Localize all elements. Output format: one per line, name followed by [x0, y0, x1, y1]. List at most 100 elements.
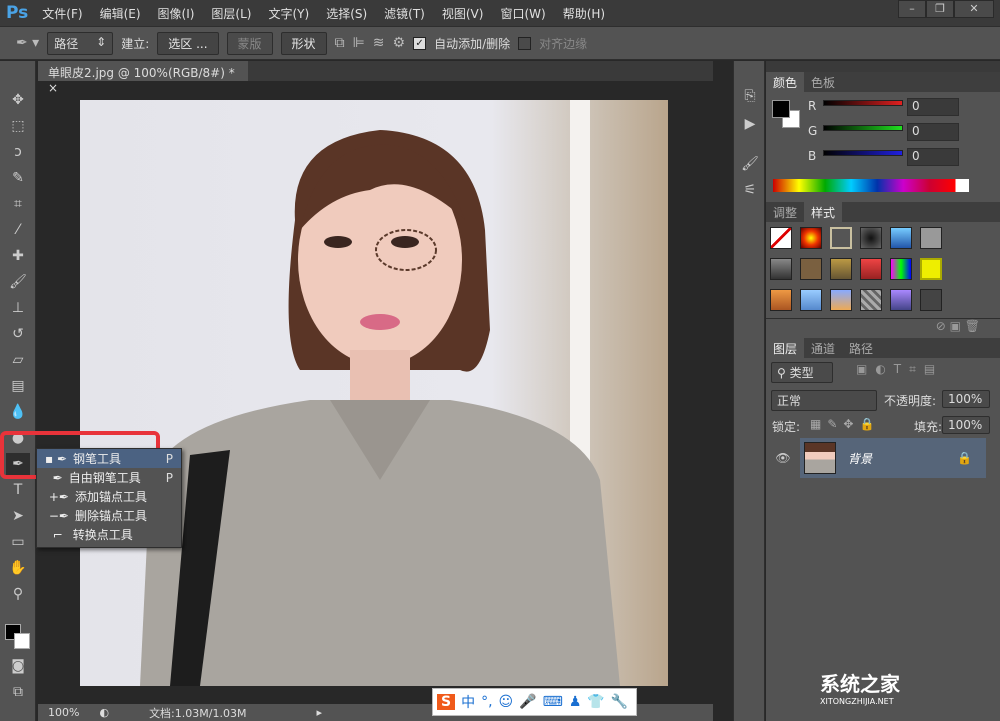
foreground-color-chip[interactable] [772, 100, 790, 118]
flyout-item-freeform-pen-tool[interactable]: ✒ 自由钢笔工具 P [37, 468, 181, 487]
style-swatch[interactable] [890, 258, 912, 280]
status-menu-arrow-icon[interactable]: ▸ [316, 706, 322, 719]
status-info-icon[interactable]: ◐ [99, 706, 109, 719]
path-arrangement-icon[interactable]: ≋ [373, 35, 385, 51]
style-swatch[interactable] [830, 227, 852, 249]
g-value-input[interactable]: 0 [907, 123, 959, 141]
mask-button[interactable]: 蒙版 [226, 31, 273, 55]
tab-channels[interactable]: 通道 [804, 338, 842, 358]
history-brush-icon[interactable]: ↺ [6, 323, 30, 345]
style-swatch[interactable] [770, 227, 792, 249]
menu-filter[interactable]: 滤镜(T) [384, 5, 425, 22]
tab-layers[interactable]: 图层 [766, 338, 805, 358]
brush-panel-icon[interactable]: ⚟ [738, 179, 762, 201]
flyout-item-add-anchor-tool[interactable]: +✒ 添加锚点工具 [37, 487, 181, 506]
move-tool-icon[interactable]: ✥ [6, 89, 30, 111]
path-select-tool-icon[interactable]: ➤ [6, 505, 30, 527]
crop-tool-icon[interactable]: ⌗ [6, 193, 30, 215]
lasso-tool-icon[interactable]: ↄ [6, 141, 30, 163]
flyout-item-delete-anchor-tool[interactable]: −✒ 删除锚点工具 [37, 506, 181, 525]
menu-edit[interactable]: 编辑(E) [100, 5, 141, 22]
user-icon[interactable]: ♟ [569, 694, 582, 710]
brush-presets-icon[interactable]: 🖌 [738, 153, 762, 175]
style-swatch[interactable] [860, 227, 882, 249]
screen-mode-icon[interactable]: ⧉ [6, 681, 30, 703]
microphone-icon[interactable]: 🎤 [519, 694, 536, 710]
b-value-input[interactable]: 0 [907, 148, 959, 166]
flyout-item-pen-tool[interactable]: ▪ ✒ 钢笔工具 P [37, 449, 181, 468]
quick-select-tool-icon[interactable]: ✎ [6, 167, 30, 189]
shape-button[interactable]: 形状 [280, 31, 327, 55]
style-swatch[interactable] [830, 289, 852, 311]
r-slider[interactable] [823, 100, 903, 106]
color-spectrum-ramp[interactable] [773, 179, 969, 192]
zoom-level[interactable]: 100% [48, 706, 79, 719]
style-swatch[interactable] [920, 258, 942, 280]
healing-brush-icon[interactable]: ✚ [6, 245, 30, 267]
style-swatch[interactable] [800, 227, 822, 249]
style-swatch[interactable] [920, 227, 942, 249]
tab-styles[interactable]: 样式 [804, 202, 843, 222]
quick-mask-icon[interactable]: ◙ [6, 655, 30, 677]
tab-paths[interactable]: 路径 [842, 338, 880, 358]
settings-wrench-icon[interactable]: 🔧 [611, 694, 628, 710]
eraser-tool-icon[interactable]: ▱ [6, 349, 30, 371]
zoom-tool-icon[interactable]: ⚲ [6, 583, 30, 605]
opacity-input[interactable]: 100% [942, 390, 990, 408]
keyboard-icon[interactable]: ⌨ [543, 694, 563, 710]
tab-color[interactable]: 颜色 [766, 72, 805, 92]
align-edges-checkbox[interactable] [518, 36, 532, 50]
menu-image[interactable]: 图像(I) [158, 5, 195, 22]
style-swatch[interactable] [860, 258, 882, 280]
marquee-tool-icon[interactable]: ⬚ [6, 115, 30, 137]
tab-swatches[interactable]: 色板 [804, 72, 842, 92]
lock-icons[interactable]: ▦✎✥🔒 [810, 417, 880, 431]
menu-help[interactable]: 帮助(H) [563, 5, 605, 22]
history-panel-icon[interactable]: ⎘ [738, 85, 762, 107]
stamp-tool-icon[interactable]: ⊥ [6, 297, 30, 319]
minimize-button[interactable]: – [898, 0, 926, 18]
close-window-button[interactable]: ✕ [954, 0, 994, 18]
auto-add-delete-checkbox[interactable]: ✓ [413, 36, 427, 50]
restore-button[interactable]: ❐ [926, 0, 954, 18]
r-value-input[interactable]: 0 [907, 98, 959, 116]
path-operations-icon[interactable]: ⧉ [335, 35, 345, 51]
style-swatch[interactable] [920, 289, 942, 311]
background-color-swatch[interactable] [14, 633, 30, 649]
menu-type[interactable]: 文字(Y) [268, 5, 309, 22]
blend-mode-select[interactable]: 正常 [771, 390, 877, 411]
gradient-tool-icon[interactable]: ▤ [6, 375, 30, 397]
pen-tool-preset-icon[interactable]: ✒ ▾ [16, 35, 39, 51]
brush-tool-icon[interactable]: 🖌 [6, 271, 30, 293]
layer-row-background[interactable]: 👁 背景 🔒 [766, 438, 986, 478]
fill-input[interactable]: 100% [942, 416, 990, 434]
selection-button[interactable]: 选区 ... [157, 31, 219, 55]
layer-name[interactable]: 背景 [848, 450, 872, 467]
blur-tool-icon[interactable]: 💧 [6, 401, 30, 423]
style-swatch[interactable] [800, 289, 822, 311]
style-swatch[interactable] [800, 258, 822, 280]
gear-icon[interactable]: ⚙ [393, 35, 406, 51]
ime-mode[interactable]: 中 [461, 692, 475, 712]
style-swatch[interactable] [770, 258, 792, 280]
image-canvas[interactable] [80, 100, 668, 686]
punctuation-icon[interactable]: °, [481, 694, 492, 710]
style-swatch[interactable] [830, 258, 852, 280]
type-tool-icon[interactable]: T [6, 479, 30, 501]
emoji-icon[interactable]: ☺ [499, 694, 514, 710]
eye-visibility-icon[interactable]: 👁 [766, 438, 800, 478]
actions-panel-icon[interactable]: ▶ [738, 113, 762, 135]
tab-adjustments[interactable]: 调整 [766, 202, 804, 222]
style-swatch[interactable] [890, 227, 912, 249]
menu-file[interactable]: 文件(F) [42, 5, 82, 22]
skin-icon[interactable]: 👕 [587, 694, 604, 710]
layer-filter-select[interactable]: ⚲ 类型 [771, 362, 833, 383]
menu-view[interactable]: 视图(V) [442, 5, 484, 22]
style-swatch[interactable] [770, 289, 792, 311]
layer-filter-icons[interactable]: ▣◐T⌗▤ [856, 362, 943, 377]
flyout-item-convert-point-tool[interactable]: ⌐ 转换点工具 [37, 525, 181, 544]
path-alignment-icon[interactable]: ⊫ [353, 35, 365, 51]
style-swatch[interactable] [860, 289, 882, 311]
menu-window[interactable]: 窗口(W) [500, 5, 545, 22]
style-swatch[interactable] [890, 289, 912, 311]
